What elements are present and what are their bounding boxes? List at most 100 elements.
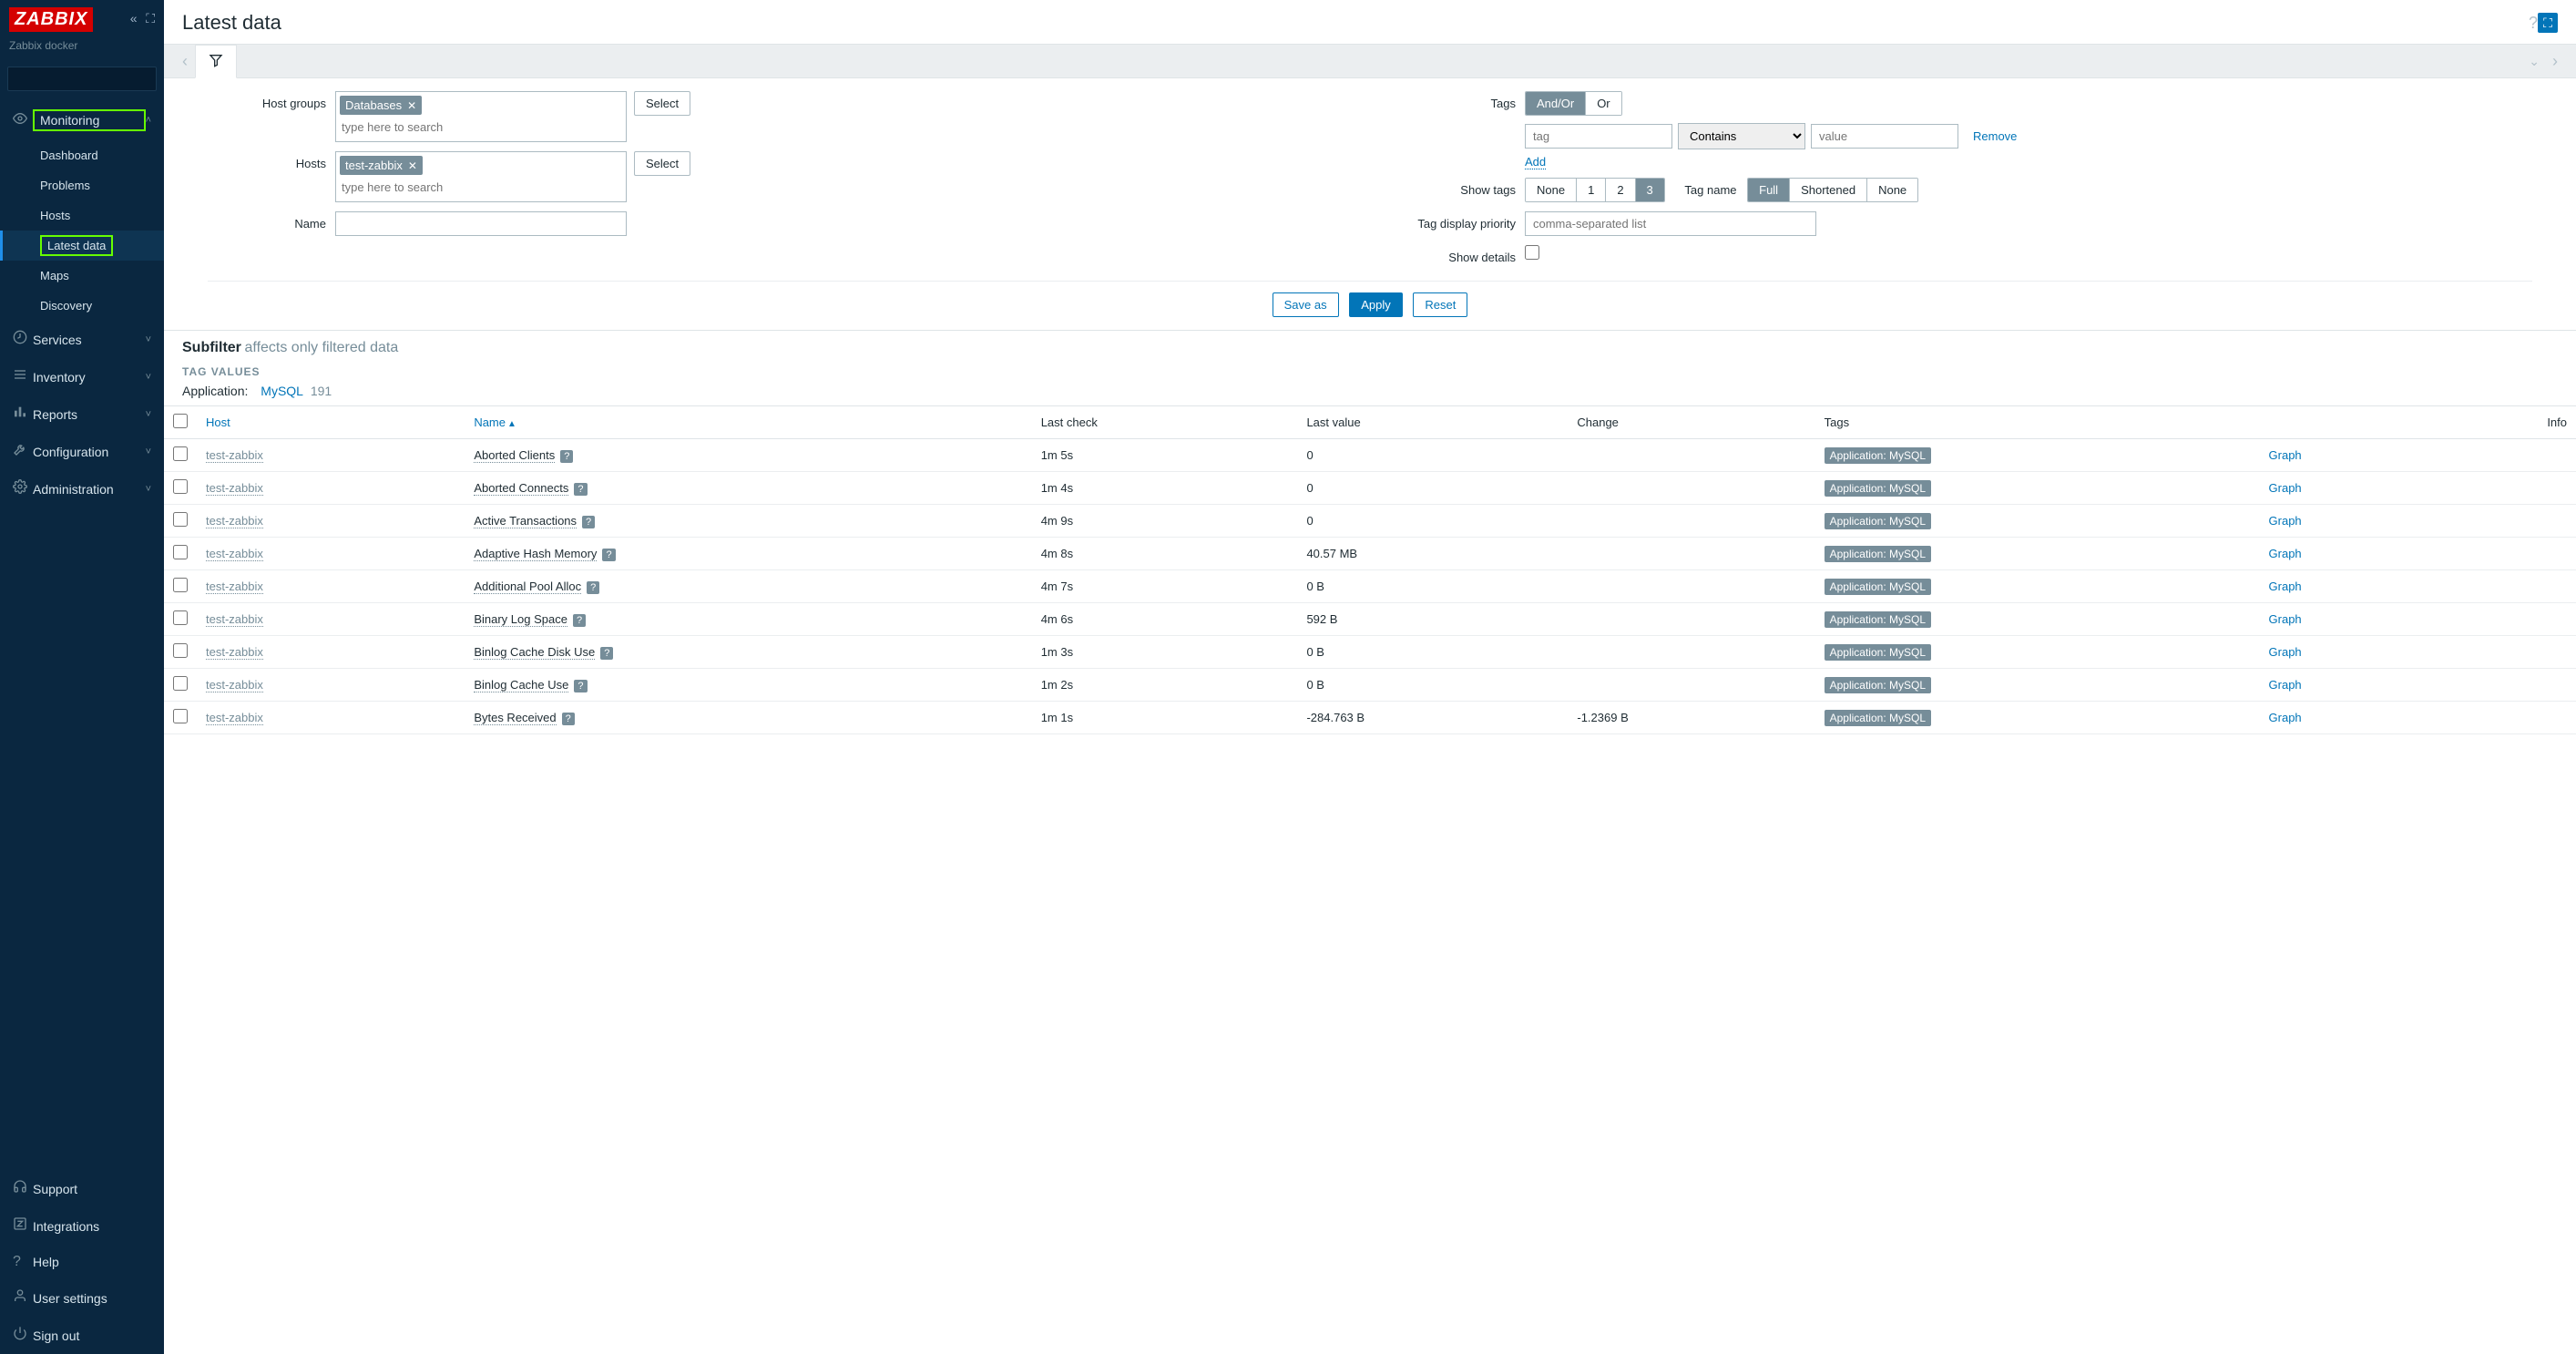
host-groups-multiselect[interactable]: Databases✕ (335, 91, 627, 142)
help-icon[interactable]: ? (2529, 14, 2538, 33)
tag-priority-input[interactable] (1525, 211, 1816, 236)
host-groups-input[interactable] (338, 117, 624, 138)
tags-or-button[interactable]: Or (1586, 92, 1620, 115)
show-tags-opt-1[interactable]: 1 (1577, 179, 1606, 201)
description-icon[interactable]: ? (562, 713, 575, 725)
graph-link[interactable]: Graph (2269, 612, 2302, 626)
sidebar-item-monitoring[interactable]: Monitoring˄ (0, 100, 164, 140)
tag-value-input[interactable] (1811, 124, 1958, 149)
sidebar-item-help[interactable]: ?Help (0, 1245, 164, 1279)
sidebar-item-configuration[interactable]: Configuration˅ (0, 433, 164, 470)
sidebar-item-services[interactable]: Services˅ (0, 321, 164, 358)
tag-name-opt-full[interactable]: Full (1748, 179, 1790, 201)
item-link[interactable]: Binlog Cache Disk Use (474, 645, 595, 660)
sidebar-item-user-settings[interactable]: User settings (0, 1279, 164, 1317)
tags-andor-button[interactable]: And/Or (1526, 92, 1586, 115)
expand-icon[interactable]: ⛶ (146, 11, 155, 26)
sidebar-search[interactable] (7, 67, 157, 91)
item-link[interactable]: Adaptive Hash Memory (474, 547, 597, 561)
filter-tab[interactable] (195, 45, 237, 78)
tag-pill[interactable]: Application: MySQL (1825, 579, 1931, 595)
subfilter-value[interactable]: MySQL (261, 384, 303, 398)
filter-collapse-icon[interactable]: ⌄ (2523, 50, 2545, 73)
description-icon[interactable]: ? (602, 549, 615, 561)
sidebar-item-latest-data[interactable]: Latest data (0, 231, 164, 261)
tag-add-link[interactable]: Add (1525, 155, 1546, 169)
tag-pill[interactable]: Application: MySQL (1825, 546, 1931, 562)
graph-link[interactable]: Graph (2269, 547, 2302, 560)
filter-next-icon[interactable]: › (2545, 46, 2565, 77)
sidebar-item-hosts[interactable]: Hosts (0, 200, 164, 231)
item-link[interactable]: Binlog Cache Use (474, 678, 568, 692)
tag-pill[interactable]: Application: MySQL (1825, 644, 1931, 661)
remove-tag-icon[interactable]: ✕ (407, 99, 416, 112)
description-icon[interactable]: ? (587, 581, 599, 594)
host-link[interactable]: test-zabbix (206, 612, 263, 627)
tag-name-opt-shortened[interactable]: Shortened (1790, 179, 1867, 201)
item-link[interactable]: Active Transactions (474, 514, 577, 528)
tag-remove-link[interactable]: Remove (1973, 129, 2017, 143)
sidebar-search-input[interactable] (15, 72, 177, 86)
host-link[interactable]: test-zabbix (206, 514, 263, 528)
item-link[interactable]: Aborted Connects (474, 481, 568, 496)
collapse-sidebar-icon[interactable]: « (130, 11, 138, 26)
sidebar-item-dashboard[interactable]: Dashboard (0, 140, 164, 170)
host-link[interactable]: test-zabbix (206, 678, 263, 692)
col-host[interactable]: Host (197, 406, 465, 439)
select-all-checkbox[interactable] (173, 414, 188, 428)
col-name[interactable]: Name▲ (465, 406, 1031, 439)
tag-operator-select[interactable]: Contains (1678, 123, 1805, 149)
tag-pill[interactable]: Application: MySQL (1825, 677, 1931, 693)
row-checkbox[interactable] (173, 479, 188, 494)
description-icon[interactable]: ? (574, 483, 587, 496)
graph-link[interactable]: Graph (2269, 514, 2302, 528)
description-icon[interactable]: ? (574, 680, 587, 692)
tag-pill[interactable]: Application: MySQL (1825, 611, 1931, 628)
item-link[interactable]: Aborted Clients (474, 448, 555, 463)
sidebar-item-maps[interactable]: Maps (0, 261, 164, 291)
graph-link[interactable]: Graph (2269, 711, 2302, 724)
hosts-input[interactable] (338, 177, 624, 198)
hosts-multiselect[interactable]: test-zabbix✕ (335, 151, 627, 202)
remove-tag-icon[interactable]: ✕ (408, 159, 417, 172)
host-link[interactable]: test-zabbix (206, 547, 263, 561)
apply-button[interactable]: Apply (1349, 292, 1403, 317)
tag-pill[interactable]: Application: MySQL (1825, 447, 1931, 464)
host-link[interactable]: test-zabbix (206, 711, 263, 725)
sidebar-item-reports[interactable]: Reports˅ (0, 395, 164, 433)
host-link[interactable]: test-zabbix (206, 580, 263, 594)
tag-name-opt-none[interactable]: None (1867, 179, 1917, 201)
tag-name-input[interactable] (1525, 124, 1672, 149)
row-checkbox[interactable] (173, 446, 188, 461)
item-link[interactable]: Bytes Received (474, 711, 556, 725)
item-link[interactable]: Binary Log Space (474, 612, 567, 627)
item-link[interactable]: Additional Pool Alloc (474, 580, 581, 594)
tag-pill[interactable]: Application: MySQL (1825, 513, 1931, 529)
hosts-select-button[interactable]: Select (634, 151, 690, 176)
show-tags-opt-none[interactable]: None (1526, 179, 1577, 201)
host-link[interactable]: test-zabbix (206, 448, 263, 463)
sidebar-item-support[interactable]: Support (0, 1170, 164, 1207)
row-checkbox[interactable] (173, 643, 188, 658)
graph-link[interactable]: Graph (2269, 481, 2302, 495)
tag-pill[interactable]: Application: MySQL (1825, 480, 1931, 497)
row-checkbox[interactable] (173, 610, 188, 625)
kiosk-icon[interactable]: ⛶ (2538, 13, 2558, 33)
tag-pill[interactable]: Application: MySQL (1825, 710, 1931, 726)
description-icon[interactable]: ? (582, 516, 595, 528)
row-checkbox[interactable] (173, 545, 188, 559)
graph-link[interactable]: Graph (2269, 678, 2302, 692)
save-as-button[interactable]: Save as (1273, 292, 1339, 317)
host-groups-select-button[interactable]: Select (634, 91, 690, 116)
graph-link[interactable]: Graph (2269, 580, 2302, 593)
show-tags-opt-3[interactable]: 3 (1636, 179, 1664, 201)
description-icon[interactable]: ? (573, 614, 586, 627)
graph-link[interactable]: Graph (2269, 448, 2302, 462)
sidebar-item-inventory[interactable]: Inventory˅ (0, 358, 164, 395)
graph-link[interactable]: Graph (2269, 645, 2302, 659)
name-input[interactable] (335, 211, 627, 236)
row-checkbox[interactable] (173, 676, 188, 691)
sidebar-item-integrations[interactable]: Integrations (0, 1207, 164, 1245)
show-tags-opt-2[interactable]: 2 (1606, 179, 1635, 201)
host-link[interactable]: test-zabbix (206, 645, 263, 660)
